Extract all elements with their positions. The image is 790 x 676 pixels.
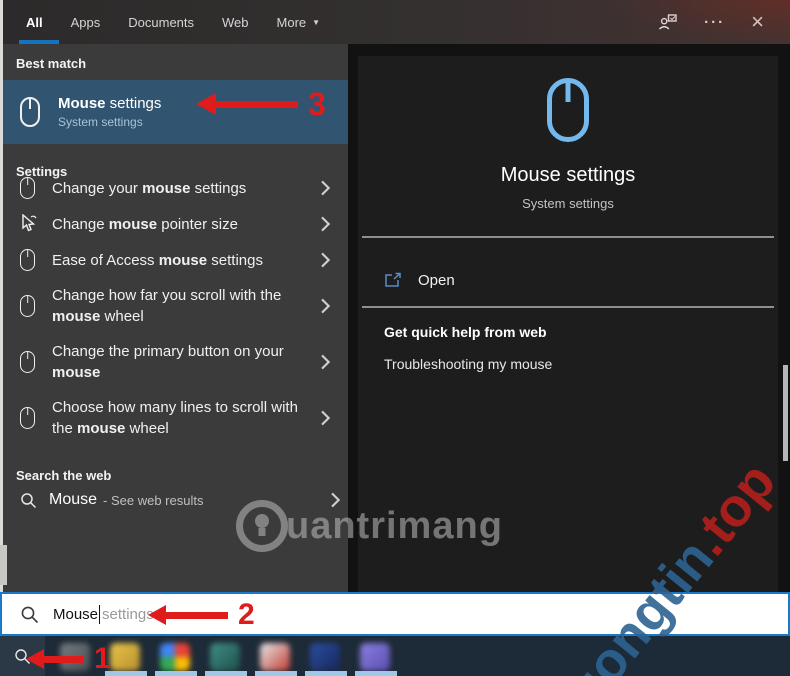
running-app-indicator xyxy=(155,671,197,676)
search-icon xyxy=(20,492,37,509)
settings-result-row[interactable]: Change the primary button on your mouse xyxy=(0,334,348,390)
start-search-screen: All Apps Documents Web More ▼ ··· × Best matc… xyxy=(0,0,790,676)
settings-result-list: Change your mouse settings Change mouse … xyxy=(0,170,348,446)
preview-title: Mouse settings xyxy=(500,164,636,186)
chevron-right-icon xyxy=(320,298,338,314)
tab-web[interactable]: Web xyxy=(222,0,249,44)
running-app-indicator xyxy=(305,671,347,676)
chevron-right-icon xyxy=(320,180,338,196)
app-icon-red-white[interactable] xyxy=(260,643,290,671)
desktop-edge xyxy=(0,0,3,592)
search-header: All Apps Documents Web More ▼ ··· × xyxy=(0,0,790,44)
chevron-right-icon xyxy=(320,216,338,232)
tab-all[interactable]: All xyxy=(19,0,59,44)
tab-documents[interactable]: Documents xyxy=(128,0,194,44)
mouse-icon xyxy=(20,351,35,373)
preview-panel: Mouse settings System settings Open Get … xyxy=(348,44,790,592)
text-caret xyxy=(99,604,101,624)
chevron-right-icon xyxy=(330,492,348,508)
word-icon[interactable] xyxy=(310,643,340,671)
taskbar-search-button[interactable] xyxy=(0,636,45,676)
settings-result-label: Change how far you scroll with the mouse… xyxy=(52,287,282,325)
mouse-icon xyxy=(20,407,35,429)
tray-app-icon[interactable] xyxy=(60,643,90,671)
scrollbar-thumb[interactable] xyxy=(783,365,788,461)
mouse-settings-icon xyxy=(547,78,589,142)
settings-result-row[interactable]: Change your mouse settings xyxy=(0,170,348,206)
results-panel: Best match Mouse settings System setting… xyxy=(0,44,348,592)
web-section-header: Search the web xyxy=(16,468,112,483)
chrome-icon[interactable] xyxy=(160,643,190,671)
running-app-indicator xyxy=(355,671,397,676)
settings-result-label: Choose how many lines to scroll with the… xyxy=(52,399,298,437)
troubleshoot-link[interactable]: Troubleshooting my mouse xyxy=(384,356,552,372)
search-icon xyxy=(20,605,39,624)
mouse-icon xyxy=(20,295,35,317)
search-input[interactable]: Mouse settings xyxy=(53,604,154,624)
settings-result-row[interactable]: Choose how many lines to scroll with the… xyxy=(0,390,348,446)
open-action[interactable]: Open xyxy=(358,252,778,308)
best-match-subtitle: System settings xyxy=(58,115,143,129)
open-label: Open xyxy=(418,271,455,289)
settings-result-row[interactable]: Ease of Access mouse settings xyxy=(0,242,348,278)
best-match-header: Best match xyxy=(16,56,87,71)
web-search-result[interactable]: Mouse - See web results xyxy=(0,482,348,518)
feedback-person-icon[interactable] xyxy=(658,13,678,31)
web-result-hint: - See web results xyxy=(103,492,204,508)
chevron-right-icon xyxy=(320,252,338,268)
chevron-down-icon: ▼ xyxy=(312,17,321,27)
file-explorer-icon[interactable] xyxy=(110,643,140,671)
desktop-edge-chip xyxy=(0,545,7,585)
search-tabs: All Apps Documents Web More ▼ xyxy=(0,0,320,44)
inline-suggestion: settings xyxy=(102,605,154,623)
divider xyxy=(362,306,774,308)
preview-card: Mouse settings System settings Open Get … xyxy=(358,56,778,592)
search-bar[interactable]: Mouse settings xyxy=(0,592,790,636)
quick-help-header: Get quick help from web xyxy=(384,324,547,340)
chevron-right-icon xyxy=(320,410,338,426)
settings-result-label: Change mouse pointer size xyxy=(52,215,238,233)
search-icon xyxy=(15,648,30,664)
typed-query: Mouse xyxy=(53,605,99,623)
settings-result-label: Change the primary button on your mouse xyxy=(52,343,284,381)
close-icon[interactable]: × xyxy=(751,11,764,33)
tab-apps[interactable]: Apps xyxy=(71,0,101,44)
chevron-right-icon xyxy=(320,354,338,370)
pointer-icon xyxy=(20,214,38,234)
best-match-title: Mouse settings xyxy=(58,95,162,112)
running-app-indicator xyxy=(255,671,297,676)
mouse-icon xyxy=(20,97,40,127)
mouse-icon xyxy=(20,177,35,199)
photos-app-icon[interactable] xyxy=(210,643,240,671)
tab-more[interactable]: More ▼ xyxy=(277,0,321,44)
taskbar xyxy=(0,636,790,676)
settings-result-label: Ease of Access mouse settings xyxy=(52,251,263,269)
more-options-icon[interactable]: ··· xyxy=(704,14,725,31)
running-app-indicator xyxy=(105,671,147,676)
visual-studio-icon[interactable] xyxy=(360,643,390,671)
header-icons: ··· × xyxy=(658,11,790,33)
web-query-text: Mouse xyxy=(49,491,98,508)
mouse-icon xyxy=(20,249,35,271)
running-app-indicator xyxy=(205,671,247,676)
open-external-icon xyxy=(384,272,402,288)
settings-result-row[interactable]: Change how far you scroll with the mouse… xyxy=(0,278,348,334)
settings-result-row[interactable]: Change mouse pointer size xyxy=(0,206,348,242)
best-match-result[interactable]: Mouse settings System settings xyxy=(0,80,348,144)
preview-subtitle: System settings xyxy=(522,196,614,211)
divider xyxy=(362,236,774,238)
settings-result-label: Change your mouse settings xyxy=(52,179,247,197)
